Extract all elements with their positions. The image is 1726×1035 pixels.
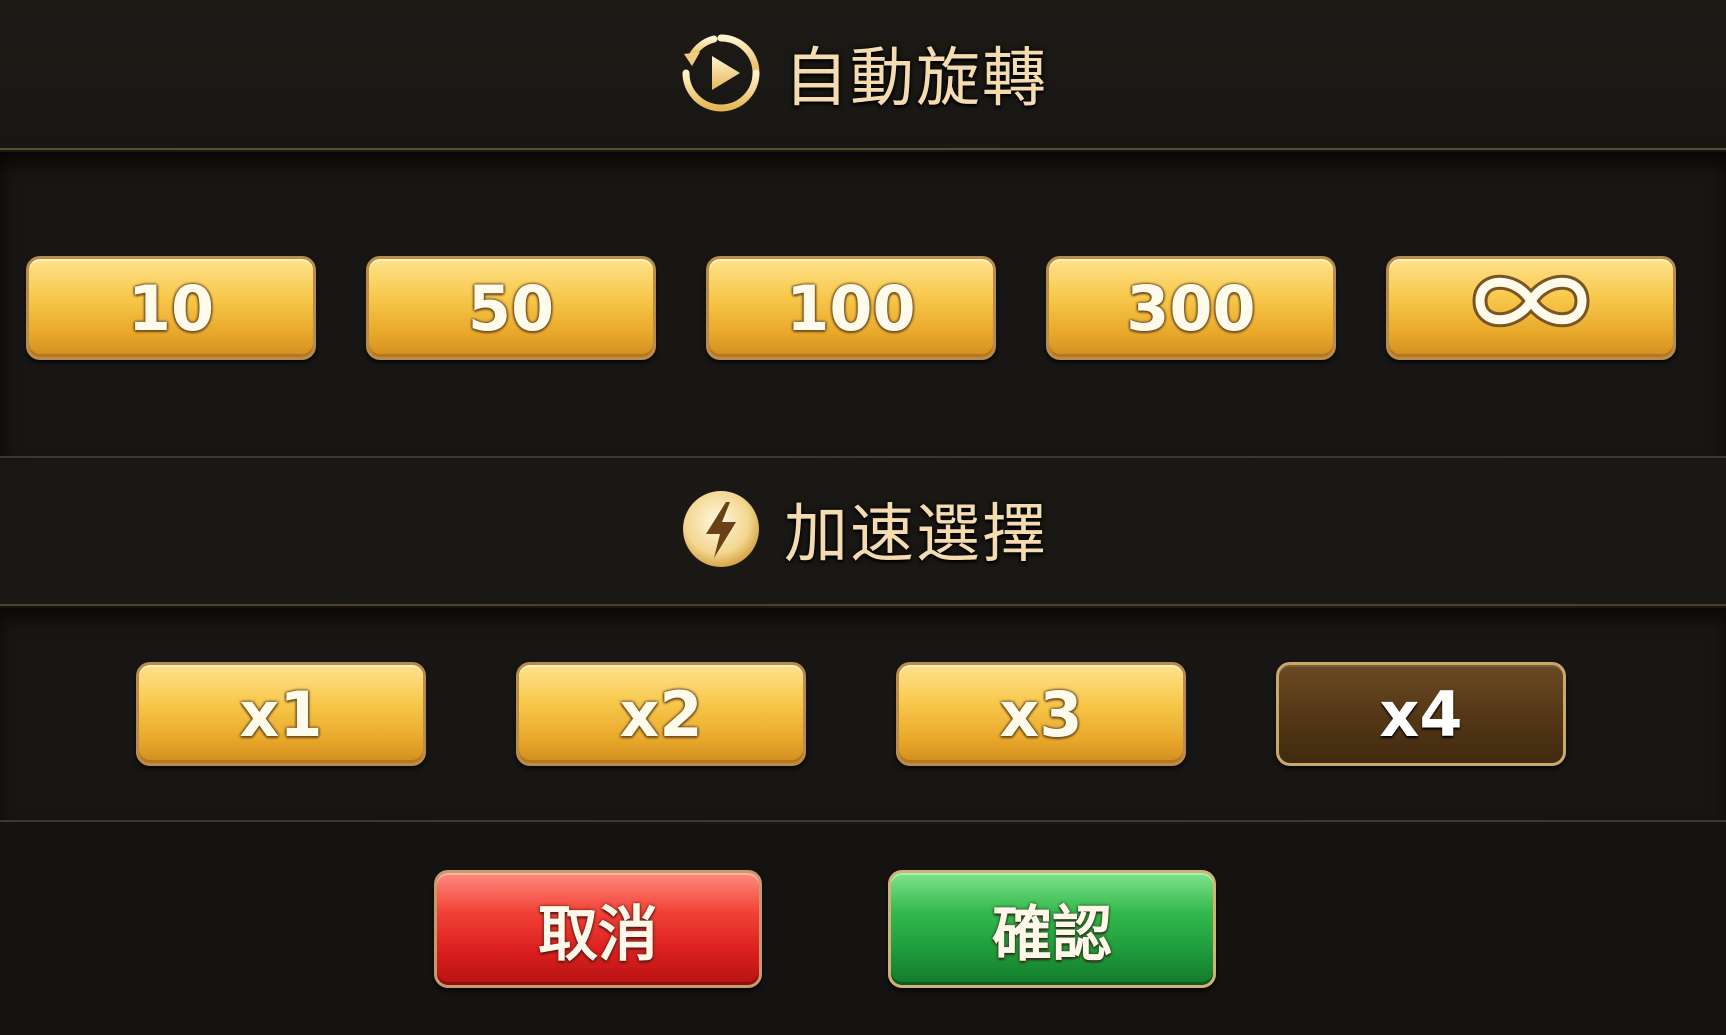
spin-count-100-button[interactable]: 100 xyxy=(706,256,996,360)
cancel-button[interactable]: 取消 xyxy=(434,870,762,988)
play-circle-icon xyxy=(678,30,764,116)
spin-count-label: 100 xyxy=(786,271,916,345)
auto-spin-title: 自動旋轉 xyxy=(784,42,1048,116)
spin-count-label: 10 xyxy=(127,271,215,345)
confirm-button[interactable]: 確認 xyxy=(888,870,1216,988)
infinity-icon xyxy=(1466,266,1596,351)
auto-spin-title-row: 自動旋轉 xyxy=(0,28,1726,118)
lightning-icon xyxy=(678,486,764,572)
spin-count-300-button[interactable]: 300 xyxy=(1046,256,1336,360)
auto-spin-dialog: 自動旋轉 10 50 100 300 加速選擇 x1 x2 x3 x4 取消 確… xyxy=(0,0,1726,1035)
speed-label: x3 xyxy=(999,677,1083,751)
cancel-label: 取消 xyxy=(538,899,658,970)
spin-count-10-button[interactable]: 10 xyxy=(26,256,316,360)
spin-count-label: 300 xyxy=(1126,271,1256,345)
speed-title: 加速選擇 xyxy=(784,498,1048,572)
speed-label: x2 xyxy=(619,677,703,751)
actions-panel xyxy=(0,824,1726,1035)
spin-count-label: 50 xyxy=(467,271,555,345)
speed-x1-button[interactable]: x1 xyxy=(136,662,426,766)
speed-x4-button-selected[interactable]: x4 xyxy=(1276,662,1566,766)
speed-x3-button[interactable]: x3 xyxy=(896,662,1186,766)
speed-title-row: 加速選擇 xyxy=(0,484,1726,574)
speed-x2-button[interactable]: x2 xyxy=(516,662,806,766)
confirm-label: 確認 xyxy=(992,899,1112,970)
speed-label: x1 xyxy=(239,677,323,751)
spin-count-infinite-button[interactable] xyxy=(1386,256,1676,360)
speed-label: x4 xyxy=(1379,677,1463,751)
spin-count-50-button[interactable]: 50 xyxy=(366,256,656,360)
